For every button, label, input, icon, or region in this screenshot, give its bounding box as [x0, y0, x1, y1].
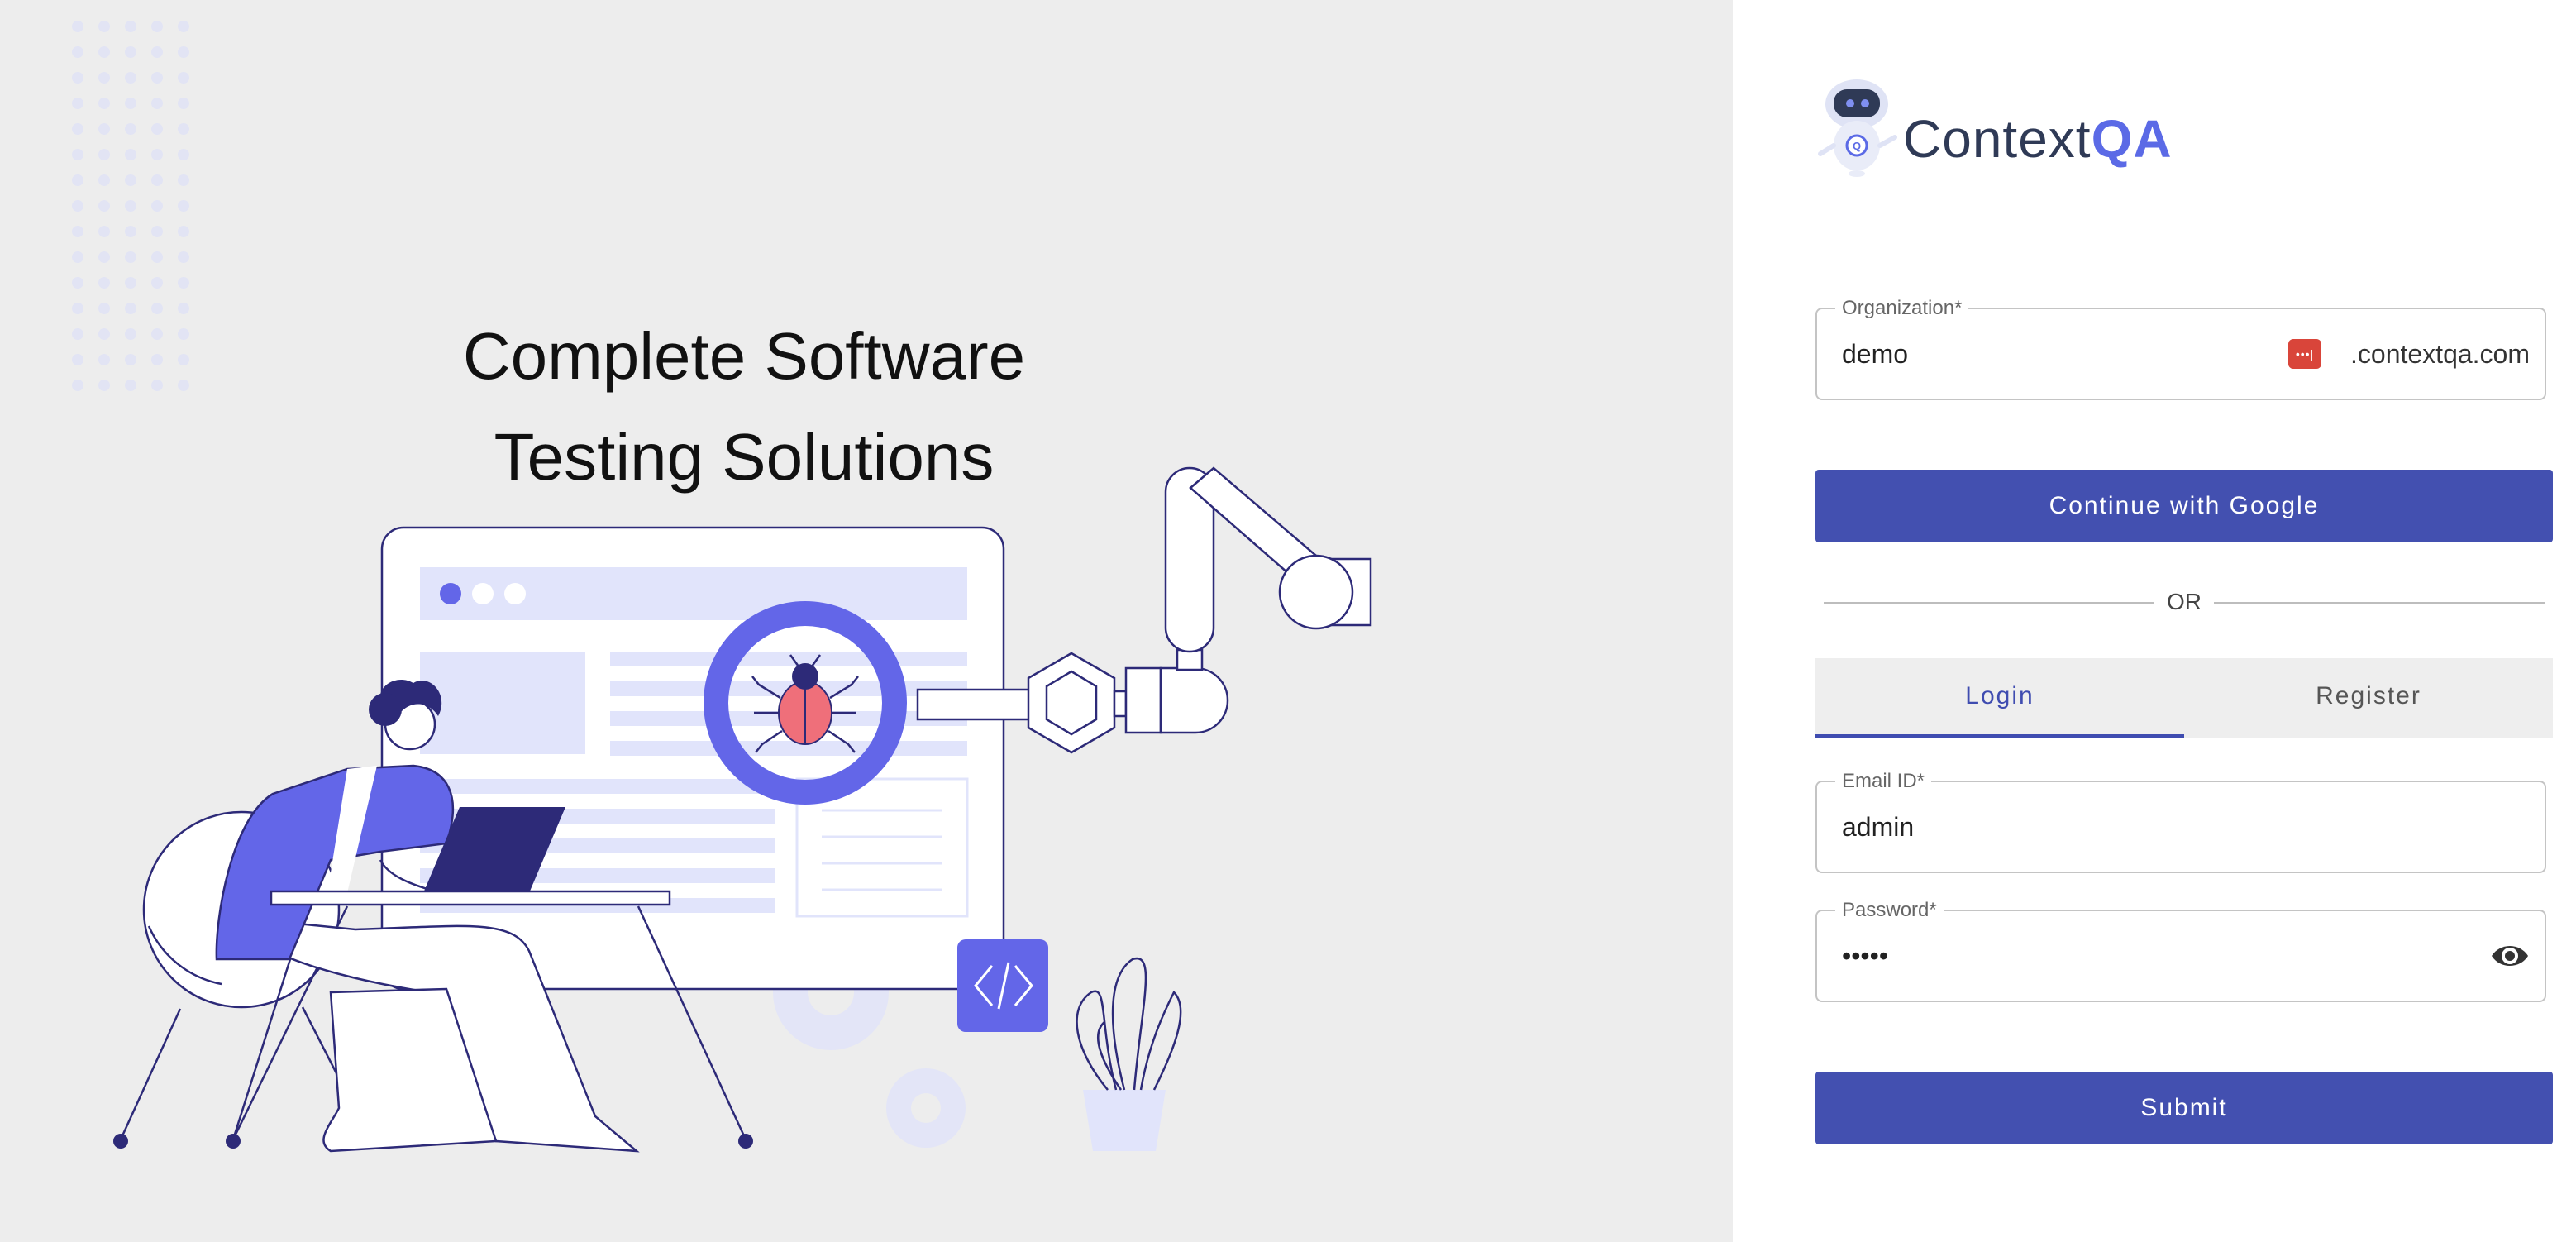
headline-line-1: Complete Software	[462, 319, 1026, 393]
organization-field[interactable]: Organization* demo •••| .contextqa.com	[1815, 296, 2546, 400]
continue-with-google-button[interactable]: Continue with Google	[1815, 470, 2553, 542]
password-field[interactable]: Password* •••••	[1815, 898, 2546, 1002]
organization-input[interactable]: demo	[1842, 309, 1908, 399]
email-field[interactable]: Email ID* admin	[1815, 769, 2546, 873]
robot-logo-icon: Q	[1818, 79, 1897, 177]
eye-icon[interactable]	[2488, 936, 2531, 976]
hero-panel: Complete Software Testing Solutions	[0, 0, 1733, 1242]
plant-illustration	[1076, 957, 1182, 1151]
or-divider: OR	[1824, 587, 2545, 617]
login-panel	[1733, 0, 2576, 1242]
hero-headline: Complete Software Testing Solutions	[331, 306, 1157, 508]
organization-domain-suffix: .contextqa.com	[2350, 339, 2530, 369]
auth-tabs: Login Register	[1815, 658, 2553, 738]
desk-illustration	[270, 890, 671, 906]
tab-register[interactable]: Register	[2184, 658, 2553, 738]
software-testing-illustration	[113, 466, 1372, 1153]
brand-name-context: Context	[1903, 109, 2092, 169]
divider-line-right	[2214, 602, 2545, 604]
submit-button[interactable]: Submit	[1815, 1072, 2553, 1144]
brand-name-qa: QA	[2091, 109, 2173, 169]
email-input[interactable]: admin	[1842, 782, 1914, 872]
tab-login[interactable]: Login	[1815, 658, 2184, 738]
brand-name: ContextQA	[1903, 106, 2173, 172]
svg-text:Q: Q	[1853, 140, 1861, 152]
brand-logo: Q ContextQA	[1815, 76, 2173, 179]
robot-arm	[1027, 466, 1372, 754]
password-manager-icon[interactable]: •••|	[2288, 339, 2321, 369]
password-input[interactable]: •••••	[1842, 911, 1888, 1001]
headline-line-2: Testing Solutions	[494, 420, 995, 494]
